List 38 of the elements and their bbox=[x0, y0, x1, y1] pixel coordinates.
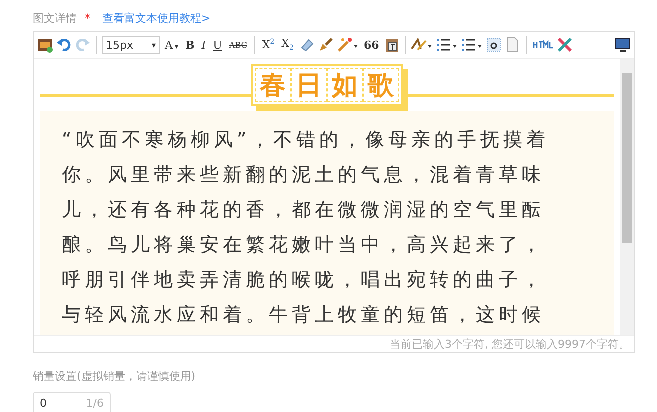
character-counter: 当前已输入3个字符, 您还可以输入9997个字符。 bbox=[34, 335, 634, 352]
title-character: 歌 bbox=[363, 68, 399, 102]
editor-content[interactable]: 春 日 如 歌 “吹面不寒杨柳风”，不错的，像母亲的手抚摸着 你。风里带来些新翻的泥土的气息，混着青草味 儿，还有各种花的香，都在微微润湿的空气里酝 酿。鸟儿将巢安在繁花嫩叶当中，高兴起来了， 呼朋引伴地卖弄清脆的喉咙，唱出宛转的曲子， 与轻风流水应和着。牛背上牧童的短笛，这时候 bbox=[34, 59, 620, 335]
image-icon[interactable] bbox=[37, 37, 53, 53]
toolbar-button[interactable]: X$_{2}$ bbox=[280, 37, 296, 53]
brush-icon[interactable] bbox=[318, 37, 334, 53]
article-text-line: 酿。鸟儿将巢安在繁花嫩叶当中，高兴起来了， bbox=[62, 233, 546, 258]
paste-icon[interactable] bbox=[384, 37, 400, 53]
article-text-line: 呼朋引伴地卖弄清脆的喉咙，唱出宛转的曲子， bbox=[62, 268, 546, 293]
eraser-icon[interactable] bbox=[298, 37, 315, 53]
field-label: 图文详情 bbox=[33, 10, 77, 26]
title-character: 春 bbox=[255, 68, 291, 102]
numbered-list-icon[interactable] bbox=[436, 37, 458, 53]
article-text-line: 与轻风流水应和着。牛背上牧童的短笛，这时候 bbox=[62, 303, 546, 328]
bullet-list-icon[interactable] bbox=[461, 37, 484, 53]
text-box-icon[interactable] bbox=[486, 37, 502, 53]
article-text-line: 儿，还有各种花的香，都在微微润湿的空气里酝 bbox=[62, 198, 546, 223]
toolbar-button[interactable]: X$^{2}$ bbox=[260, 38, 277, 52]
toolbar-button[interactable]: 66 bbox=[362, 38, 382, 52]
title-character: 如 bbox=[327, 68, 363, 102]
magic-wand-icon[interactable] bbox=[336, 37, 359, 53]
toolbar-button[interactable]: I bbox=[200, 38, 208, 52]
scrollbar[interactable] bbox=[620, 59, 634, 335]
cross-tools-icon[interactable] bbox=[557, 37, 574, 53]
undo-icon[interactable] bbox=[56, 37, 72, 53]
spellcheck-icon[interactable] bbox=[411, 37, 434, 53]
title-character: 日 bbox=[291, 68, 327, 102]
toolbar-button[interactable]: B bbox=[183, 38, 197, 52]
article-text-line: 你。风里带来些新翻的泥土的气息，混着青草味 bbox=[62, 163, 546, 188]
help-link[interactable]: 查看富文本使用教程> bbox=[102, 10, 211, 26]
required-mark: * bbox=[85, 12, 90, 24]
toolbar-button[interactable]: ABC bbox=[227, 40, 250, 50]
article-text-line: “吹面不寒杨柳风”，不错的，像母亲的手抚摸着 bbox=[62, 128, 551, 153]
sales-input[interactable]: 0 1/6 bbox=[33, 392, 111, 412]
toolbar-button[interactable]: U bbox=[211, 38, 224, 52]
sales-label: 销量设置(虚拟销量，请谨慎使用) bbox=[33, 369, 197, 384]
font-size-select[interactable]: 15px ▾ bbox=[102, 36, 160, 54]
monitor-icon[interactable] bbox=[615, 37, 631, 53]
